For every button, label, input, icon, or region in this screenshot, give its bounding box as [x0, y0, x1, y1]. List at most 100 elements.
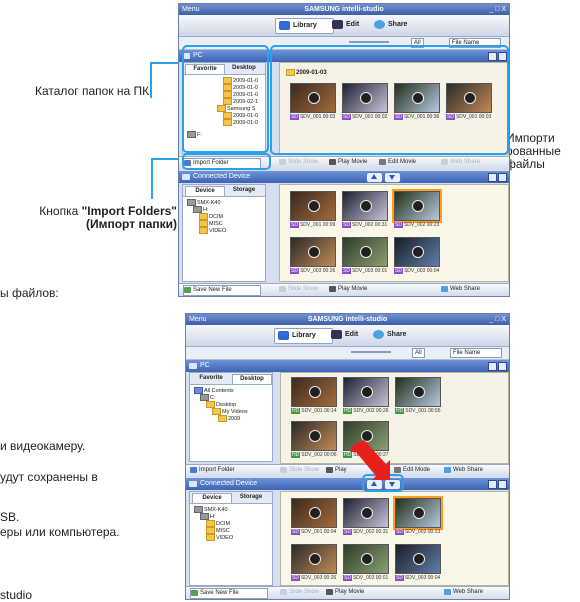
- share-icon: [374, 20, 385, 29]
- thumbnail-caption: SD SDV_003 00:26: [291, 575, 336, 581]
- view-all-button[interactable]: All: [412, 348, 425, 358]
- video-thumbnail[interactable]: [290, 237, 336, 267]
- folder-icon: [218, 415, 227, 422]
- maximize-icon[interactable]: [498, 362, 507, 371]
- folder-icon: [212, 408, 221, 415]
- tab-storage[interactable]: Storage: [232, 493, 270, 502]
- video-thumbnail[interactable]: [342, 191, 388, 221]
- maximize-icon[interactable]: [498, 480, 507, 489]
- play-movie-button[interactable]: Play Movie: [326, 588, 364, 597]
- thumbnail-label: SDV_002 00:31: [351, 222, 388, 228]
- doc-text-fragment: ы файлов:: [0, 286, 59, 300]
- save-icon: [184, 287, 191, 293]
- format-badge-icon: SD: [291, 529, 300, 535]
- download-arrow-button[interactable]: [384, 172, 401, 183]
- tab-library[interactable]: Library: [275, 18, 334, 34]
- video-thumbnail[interactable]: [395, 544, 441, 574]
- edit-movie-button[interactable]: Edit Movie: [379, 158, 416, 167]
- button-label: Web Share: [450, 159, 480, 165]
- tab-edit[interactable]: Edit: [328, 328, 375, 342]
- slide-show-button[interactable]: Slide Show: [280, 466, 319, 475]
- video-thumbnail[interactable]: [291, 544, 337, 574]
- tree-node[interactable]: 2009: [218, 415, 240, 423]
- upload-arrow-button[interactable]: [366, 172, 383, 183]
- device-folder-tree: Device Storage SMX-K40 H: DCIM MISC VIDE…: [182, 184, 266, 282]
- device-folder-tree: Device Storage SMX-K40 H: DCIM MISC VIDE…: [189, 491, 273, 586]
- thumbnail-label: SDV_002 00:06: [301, 452, 337, 458]
- save-new-file-button[interactable]: Save New File: [183, 285, 261, 296]
- video-thumbnail[interactable]: [343, 544, 389, 574]
- format-badge-icon: HD: [395, 408, 405, 414]
- tab-favorite[interactable]: Favorite: [192, 374, 230, 383]
- minimize-icon[interactable]: [488, 173, 497, 182]
- device-file-area: SD SDV_001 00:04 SD SDV_002 00:31 SD SDV_002 …: [280, 491, 509, 586]
- tab-label: Library: [292, 332, 316, 339]
- video-thumbnail[interactable]: [342, 237, 388, 267]
- play-icon: [309, 430, 321, 442]
- tab-storage[interactable]: Storage: [225, 186, 263, 195]
- thumbnail-caption: HD SDV_001 00:14: [291, 408, 337, 414]
- import-folder-button[interactable]: Import Folder: [190, 466, 263, 475]
- web-share-button[interactable]: Web Share: [444, 466, 483, 475]
- web-share-button[interactable]: Web Share: [441, 285, 480, 294]
- web-share-icon: [441, 159, 448, 165]
- video-thumbnail[interactable]: [394, 237, 440, 267]
- tab-device[interactable]: Device: [185, 186, 225, 196]
- slide-show-button[interactable]: Slide Show: [279, 285, 318, 294]
- slide-show-button[interactable]: Slide Show: [280, 588, 319, 597]
- window-controls[interactable]: _ □ X: [489, 314, 506, 325]
- play-movie-button[interactable]: Play Movie: [329, 158, 367, 167]
- annotation-text: Кнопка: [39, 204, 82, 218]
- tab-library[interactable]: Library: [274, 328, 333, 344]
- thumbnail-caption: SD SDV_003 00:04: [394, 268, 439, 274]
- video-thumbnail[interactable]: [392, 189, 442, 223]
- zoom-slider[interactable]: [349, 41, 389, 43]
- folder-icon: [199, 227, 208, 234]
- play-icon: [308, 246, 320, 258]
- folder-icon: [199, 213, 208, 220]
- annotation-pc-catalog: Каталог папок на ПК: [35, 84, 150, 98]
- play-icon: [329, 159, 336, 165]
- tab-edit[interactable]: Edit: [329, 18, 376, 32]
- zoom-slider[interactable]: [351, 351, 391, 353]
- slideshow-icon: [279, 159, 286, 165]
- window-controls[interactable]: _ □ X: [489, 4, 506, 15]
- camcorder-icon: [189, 481, 197, 487]
- video-thumbnail[interactable]: [393, 496, 443, 530]
- video-thumbnail[interactable]: [395, 377, 441, 407]
- tab-share[interactable]: Share: [371, 18, 422, 32]
- save-new-file-button[interactable]: Save New File: [190, 588, 268, 599]
- tab-label: Library: [293, 22, 317, 29]
- thumbnail-caption: HD SDV_002 00:06: [291, 452, 337, 458]
- format-badge-icon: SD: [342, 222, 351, 228]
- video-thumbnail[interactable]: [343, 377, 389, 407]
- video-thumbnail[interactable]: [343, 498, 389, 528]
- tab-desktop[interactable]: Desktop: [232, 374, 272, 384]
- button-label: Play Movie: [338, 159, 368, 165]
- button-label: Web Share: [453, 467, 483, 473]
- arrow-down-icon: [389, 175, 395, 180]
- thumbnail-label: SDV_002 00:26: [353, 408, 389, 414]
- web-share-button[interactable]: Web Share: [441, 158, 480, 167]
- web-share-button[interactable]: Web Share: [444, 588, 483, 597]
- video-thumbnail[interactable]: [291, 421, 337, 451]
- play-movie-button[interactable]: Play: [326, 466, 347, 475]
- maximize-icon[interactable]: [498, 173, 507, 182]
- format-badge-icon: SD: [394, 222, 403, 228]
- button-label: Save New File: [193, 287, 232, 293]
- sort-select[interactable]: File Name: [450, 348, 502, 358]
- tree-node[interactable]: VIDEO: [199, 227, 226, 235]
- video-thumbnail[interactable]: [291, 498, 337, 528]
- minimize-icon[interactable]: [488, 362, 497, 371]
- play-icon: [361, 553, 373, 565]
- minimize-icon[interactable]: [488, 480, 497, 489]
- video-thumbnail[interactable]: [290, 191, 336, 221]
- view-toolbar: All File Name: [186, 347, 509, 360]
- tab-device[interactable]: Device: [192, 493, 232, 503]
- tab-share[interactable]: Share: [370, 328, 421, 342]
- thumbnail-label: SDV_003 00:04: [403, 268, 440, 274]
- tree-node[interactable]: VIDEO: [206, 534, 233, 542]
- slide-show-button[interactable]: Slide Show: [279, 158, 318, 167]
- video-thumbnail[interactable]: [291, 377, 337, 407]
- play-movie-button[interactable]: Play Movie: [329, 285, 367, 294]
